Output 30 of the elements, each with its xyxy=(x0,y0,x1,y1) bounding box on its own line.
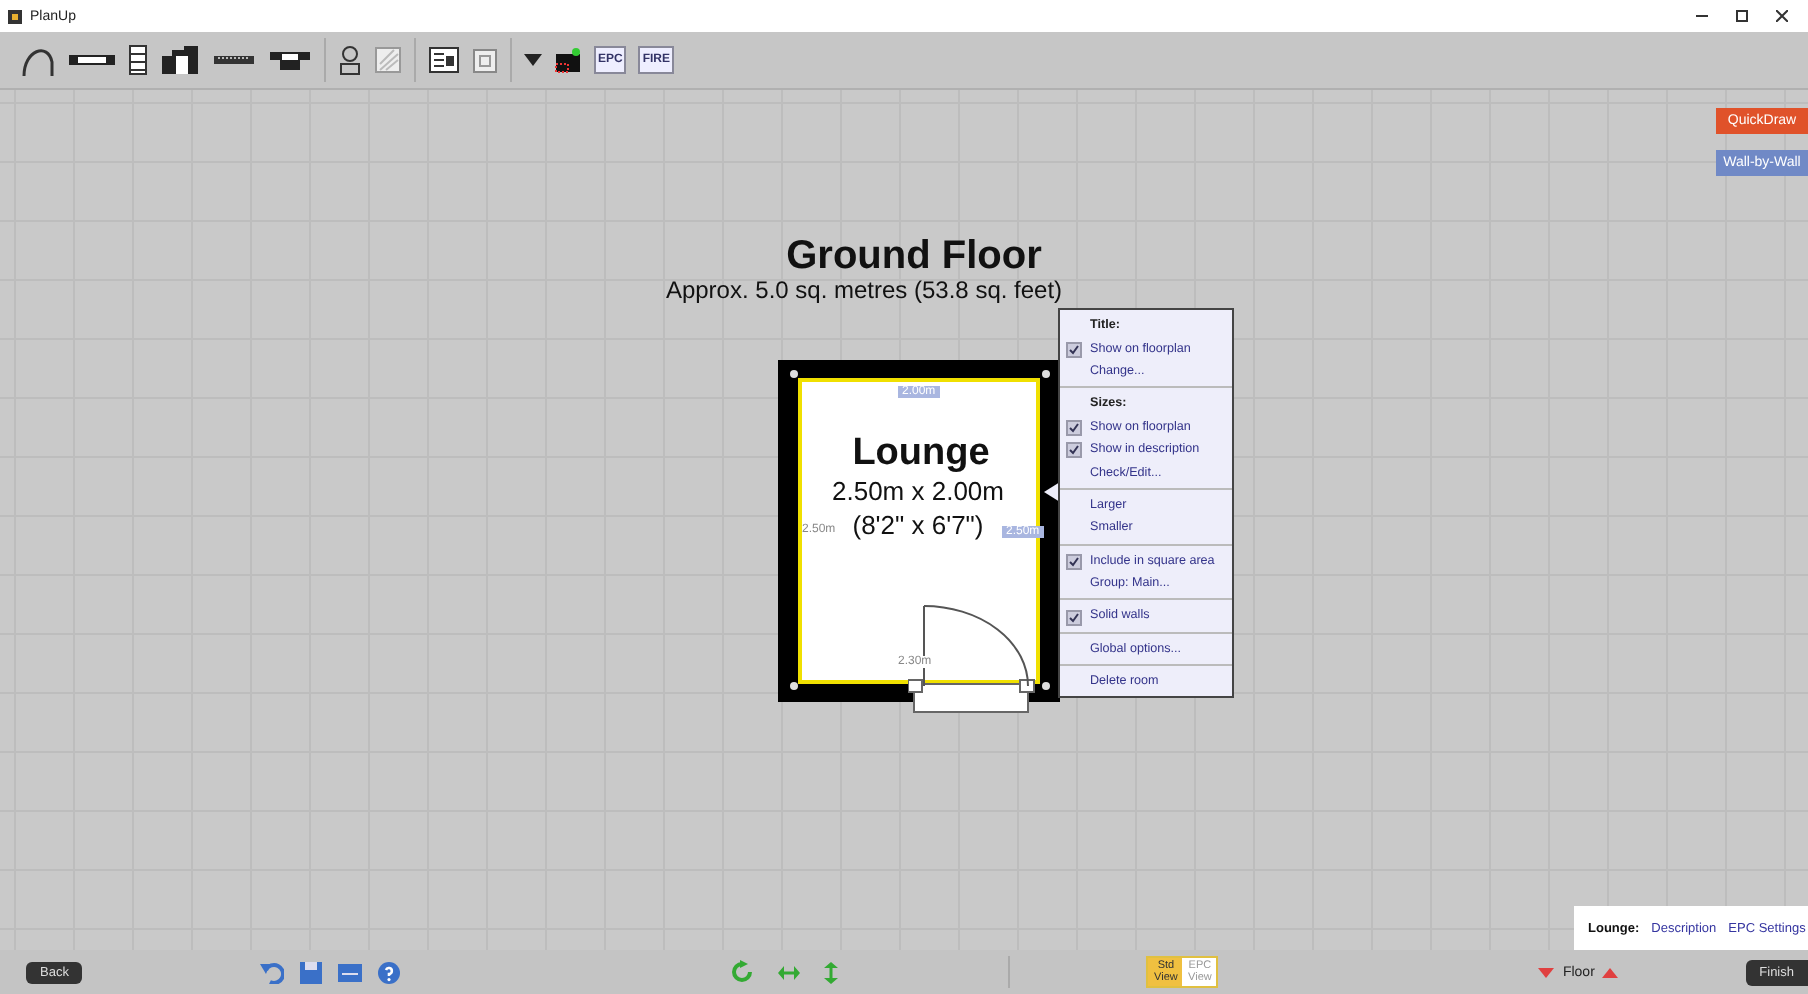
wall-icon[interactable] xyxy=(68,50,116,70)
window-icon[interactable] xyxy=(128,44,148,76)
radiator-icon[interactable] xyxy=(212,52,256,68)
room-size: (8'2" x 6'7") xyxy=(852,510,984,540)
floor-title: Ground Floor xyxy=(784,234,1044,280)
corner-handle[interactable] xyxy=(1042,370,1050,378)
checkbox[interactable] xyxy=(1066,609,1082,626)
room-size: 2.50m x 2.00m xyxy=(832,476,1004,506)
checkbox[interactable] xyxy=(1066,341,1082,358)
camera-icon[interactable] xyxy=(554,46,582,74)
person-stamp-icon[interactable] xyxy=(338,44,362,76)
app-icon xyxy=(8,9,22,23)
checkbox[interactable] xyxy=(1066,420,1082,437)
dropdown-icon[interactable] xyxy=(524,54,542,66)
checkbox[interactable] xyxy=(1066,554,1082,571)
corner-handle[interactable] xyxy=(790,682,798,690)
save-icon[interactable] xyxy=(300,961,323,983)
corner-handle[interactable] xyxy=(1042,682,1050,690)
close-icon[interactable] xyxy=(1776,10,1788,22)
grid-icon[interactable] xyxy=(472,47,498,73)
help-icon[interactable] xyxy=(378,961,401,983)
room-floor[interactable] xyxy=(798,378,1040,684)
corner-handle[interactable] xyxy=(790,370,798,378)
checkbox[interactable] xyxy=(1066,442,1082,459)
maximize-icon[interactable] xyxy=(1736,10,1748,22)
text-frame-icon[interactable] xyxy=(428,46,460,74)
floor-area: Approx. 5.0 sq. metres (53.8 sq. feet) xyxy=(584,276,1144,304)
undo-icon[interactable] xyxy=(260,960,285,984)
minimize-icon[interactable] xyxy=(1696,10,1708,22)
room-name: Lounge xyxy=(850,432,992,476)
